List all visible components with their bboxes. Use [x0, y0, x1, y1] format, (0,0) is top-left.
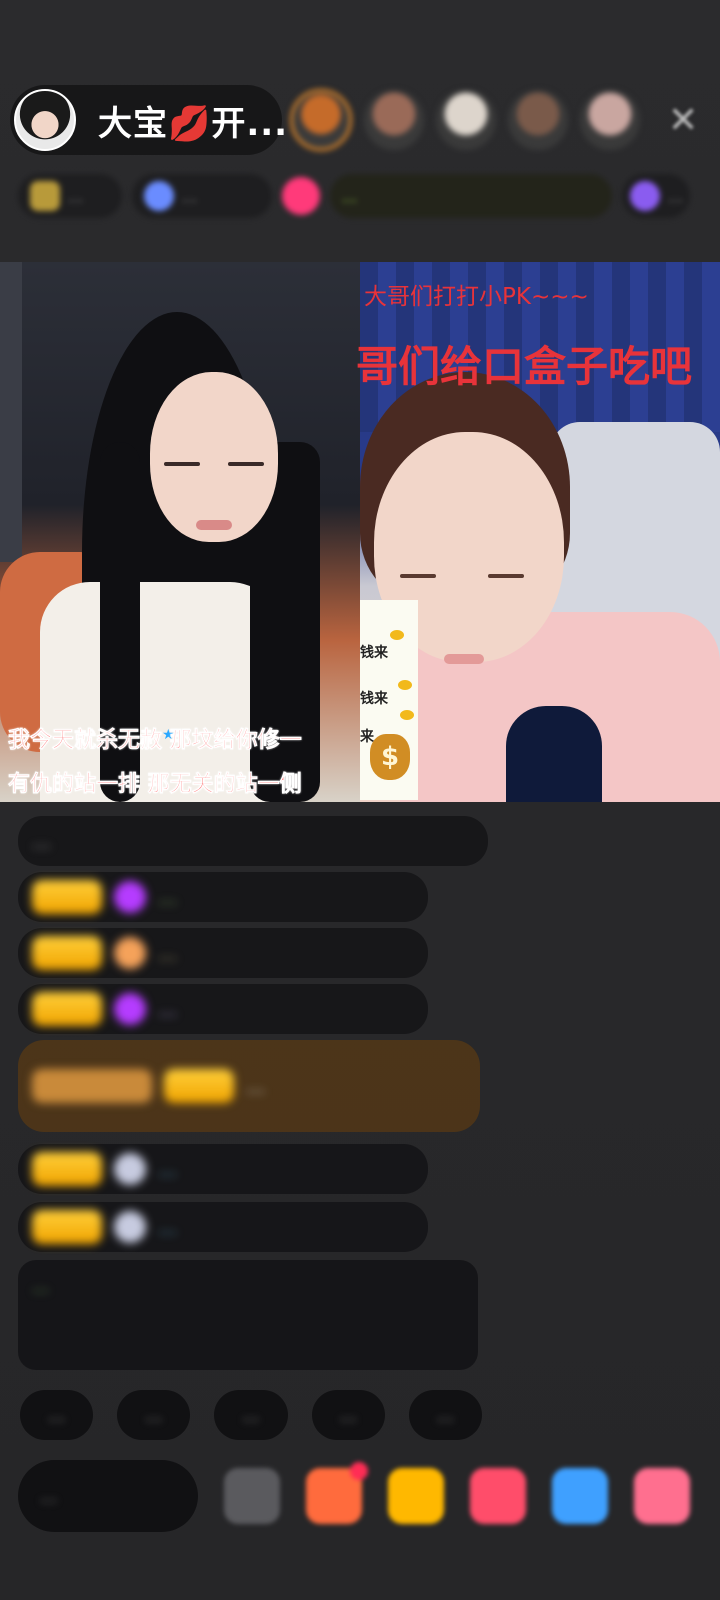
banner-right-line2: 哥们给口盒子吃吧: [356, 342, 693, 391]
level-badge: [32, 1152, 102, 1186]
coin-icon: [398, 680, 412, 690]
chat-input[interactable]: ...: [18, 1460, 198, 1532]
money-bag-icon: $: [370, 734, 410, 780]
chat-message[interactable]: ...: [18, 816, 488, 866]
info-chip-tasks[interactable]: ...: [330, 174, 612, 218]
money-sticker: 钱来 钱来 来 $: [360, 600, 418, 800]
level-badge: [32, 1210, 102, 1244]
subtitle-left-line2: 有仇的站一排 那无关的站一侧: [8, 772, 302, 798]
game-icon[interactable]: [552, 1468, 608, 1524]
chat-message[interactable]: ...: [18, 872, 428, 922]
chat-message[interactable]: ...: [18, 1144, 428, 1194]
quick-reply-chip[interactable]: ...: [311, 1390, 385, 1440]
heart-icon[interactable]: [470, 1468, 526, 1524]
lips-emoji-icon: 💋: [168, 103, 212, 144]
level-badge: [32, 992, 102, 1026]
stream-info-bar: ... ... ... ...: [18, 170, 700, 222]
eye-left-2: [228, 462, 264, 466]
bottom-action-bar: ...: [18, 1456, 718, 1536]
more-icon[interactable]: [224, 1468, 280, 1524]
chat-message[interactable]: ...: [18, 984, 428, 1034]
chat-message[interactable]: ...: [18, 1202, 428, 1252]
lips-left: [196, 520, 232, 530]
avatar-icon: [114, 1211, 146, 1243]
info-chip-extra[interactable]: ...: [622, 174, 690, 218]
info-chip-popularity[interactable]: ...: [132, 174, 272, 218]
coin-icon: [390, 630, 404, 640]
notification-badge: [350, 1462, 368, 1480]
host-name-text: 大宝: [98, 103, 168, 144]
close-icon[interactable]: ✕: [668, 100, 698, 141]
level-badge: [32, 936, 102, 970]
video-left-streamer[interactable]: ★: [0, 262, 360, 802]
lips-right: [444, 654, 484, 664]
rank-icon: [30, 181, 60, 211]
gift-icon[interactable]: [306, 1462, 368, 1524]
quick-reply-chip[interactable]: ...: [214, 1390, 288, 1440]
viewer-avatar-5[interactable]: [580, 90, 640, 150]
banner-right-line1: 大哥们打打小PK~~~: [364, 284, 589, 310]
treasure-icon[interactable]: [388, 1468, 444, 1524]
host-avatar[interactable]: [14, 89, 76, 151]
money-text-1: 钱来: [360, 645, 388, 661]
top-viewers-row: [290, 85, 640, 155]
fan-badge: [32, 1069, 152, 1103]
system-notice: ...: [18, 1260, 478, 1370]
chat-message-highlight[interactable]: ...: [18, 1040, 480, 1132]
fan-club-icon[interactable]: [282, 177, 320, 215]
coin-icon: [400, 710, 414, 720]
popularity-icon: [144, 181, 174, 211]
ice-cream-icon: [114, 937, 146, 969]
level-badge: [32, 880, 102, 914]
shop-icon[interactable]: [634, 1468, 690, 1524]
quick-reply-chip[interactable]: ...: [20, 1390, 94, 1440]
host-name[interactable]: 大宝💋开...: [98, 96, 288, 145]
left-wall: [0, 262, 22, 562]
viewer-avatar-4[interactable]: [508, 90, 568, 150]
info-chip-rank[interactable]: ...: [18, 174, 122, 218]
gem-icon: [114, 881, 146, 913]
eye-right-1: [400, 574, 436, 578]
viewer-avatar-2[interactable]: [364, 90, 424, 150]
avatar-icon: [114, 1153, 146, 1185]
level-badge: [164, 1069, 234, 1103]
subtitle-left-line1: 我今天就杀无赦 那坟给你修一: [8, 728, 302, 754]
chat-message[interactable]: ...: [18, 928, 428, 978]
eye-right-2: [488, 574, 524, 578]
viewer-avatar-1[interactable]: [290, 89, 352, 151]
quick-reply-chip[interactable]: ...: [408, 1390, 482, 1440]
microphone: [506, 706, 602, 802]
quick-reply-row: ... ... ... ... ...: [20, 1390, 482, 1440]
quick-reply-chip[interactable]: ...: [117, 1390, 191, 1440]
host-name-suffix: 开...: [211, 103, 289, 144]
gem-icon: [114, 993, 146, 1025]
host-info-pill[interactable]: 大宝💋开...: [10, 85, 287, 155]
face-left: [150, 372, 278, 542]
money-text-2: 钱来: [360, 691, 388, 707]
eye-left-1: [164, 462, 200, 466]
live-stream-screen: 大宝💋开... ✕ ... ... ... ... ★ 我今天就杀无赦 那坟给你…: [0, 0, 720, 1600]
extra-icon: [630, 181, 660, 211]
viewer-avatar-3[interactable]: [436, 90, 496, 150]
